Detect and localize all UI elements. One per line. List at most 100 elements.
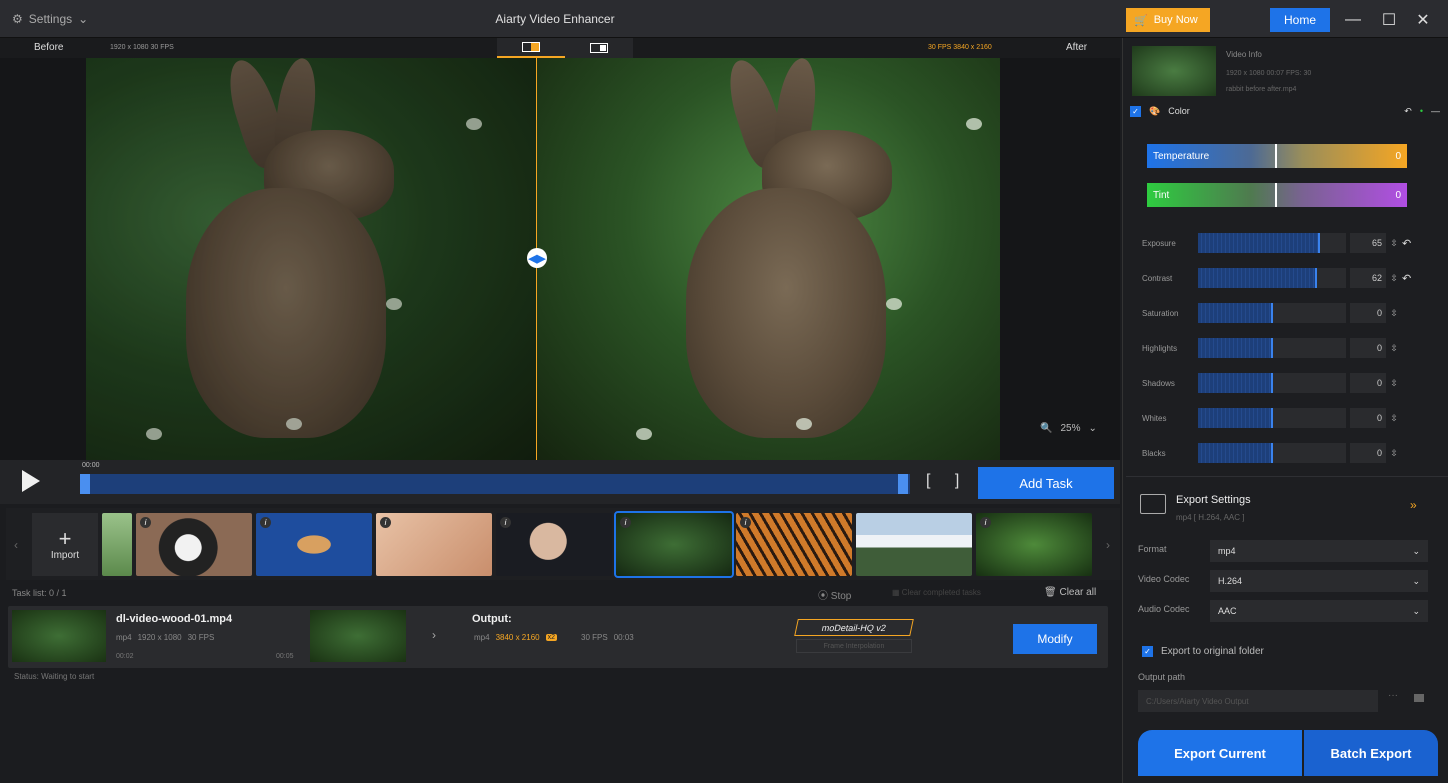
info-icon[interactable]: i	[260, 517, 271, 528]
clear-all-button[interactable]: 🗑 Clear all	[1044, 587, 1096, 598]
split-view-button[interactable]	[497, 38, 565, 58]
maximize-icon[interactable]: ☐	[1376, 8, 1402, 32]
chevron-down-icon: ⌄	[1412, 605, 1420, 616]
collapse-icon[interactable]: —	[1431, 106, 1440, 116]
media-thumb[interactable]: i	[136, 513, 252, 576]
timeline-track[interactable]	[80, 474, 910, 494]
slider-value[interactable]: 0	[1350, 338, 1386, 358]
reset-icon[interactable]: ↶	[1402, 272, 1416, 285]
slider-row-saturation[interactable]: Saturation 0 ⇳	[1142, 302, 1432, 324]
spinner-icon[interactable]: ⇳	[1386, 413, 1402, 424]
slider-row-shadows[interactable]: Shadows 0 ⇳	[1142, 372, 1432, 394]
format-select[interactable]: mp4 ⌄	[1210, 540, 1428, 562]
temperature-knob[interactable]	[1275, 144, 1277, 168]
stop-button[interactable]: ⦿ Stop	[818, 587, 851, 602]
add-task-button[interactable]: Add Task	[978, 467, 1114, 499]
audio-codec-select[interactable]: AAC ⌄	[1210, 600, 1428, 622]
reset-icon[interactable]: ↶	[1402, 237, 1416, 250]
compare-handle-icon[interactable]: ◀▶	[527, 248, 547, 268]
spinner-icon[interactable]: ⇳	[1386, 378, 1402, 389]
slider-track[interactable]	[1198, 443, 1346, 463]
tint-knob[interactable]	[1275, 183, 1277, 207]
video-info-meta: 1920 x 1080 00:07 FPS: 30	[1226, 70, 1312, 77]
slider-knob[interactable]	[1271, 373, 1273, 393]
home-button[interactable]: Home	[1270, 8, 1330, 32]
clear-completed-label: Clear completed tasks	[901, 588, 981, 597]
undo-icon[interactable]: ↶	[1404, 106, 1412, 117]
modify-button[interactable]: Modify	[1013, 624, 1097, 654]
timeline-start-marker[interactable]	[80, 474, 90, 494]
slider-row-blacks[interactable]: Blacks 0 ⇳	[1142, 442, 1432, 464]
info-icon[interactable]: i	[740, 517, 751, 528]
slider-knob[interactable]	[1271, 303, 1273, 323]
slider-row-whites[interactable]: Whites 0 ⇳	[1142, 407, 1432, 429]
chevron-left-icon[interactable]: ‹	[14, 538, 18, 552]
close-icon[interactable]: ✕	[1410, 8, 1436, 32]
slider-row-highlights[interactable]: Highlights 0 ⇳	[1142, 337, 1432, 359]
play-icon[interactable]	[22, 470, 40, 492]
media-thumb-selected[interactable]: i	[614, 511, 734, 578]
chevron-right-icon[interactable]: ›	[1106, 538, 1110, 552]
clear-completed-button[interactable]: ▦ Clear completed tasks	[892, 588, 981, 597]
slider-knob[interactable]	[1318, 233, 1321, 253]
buy-now-button[interactable]: 🛒 Buy Now	[1126, 8, 1210, 32]
folder-icon[interactable]	[1414, 694, 1424, 702]
slider-track[interactable]	[1198, 268, 1346, 288]
spinner-icon[interactable]: ⇳	[1386, 448, 1402, 459]
slider-value[interactable]: 62	[1350, 268, 1386, 288]
slider-knob[interactable]	[1315, 268, 1318, 288]
ai-model-badge[interactable]: moDetail-HQ v2	[794, 619, 914, 636]
media-thumb[interactable]: i	[736, 513, 852, 576]
spinner-icon[interactable]: ⇳	[1386, 343, 1402, 354]
temperature-slider[interactable]: Temperature 0	[1147, 144, 1407, 168]
frame-interpolation-badge[interactable]: Frame Interpolation	[796, 639, 912, 653]
slider-track[interactable]	[1198, 233, 1346, 253]
slider-track[interactable]	[1198, 408, 1346, 428]
spinner-icon[interactable]: ⇳	[1386, 308, 1402, 319]
video-codec-select[interactable]: H.264 ⌄	[1210, 570, 1428, 592]
browse-button[interactable]: ···	[1388, 690, 1398, 701]
info-icon[interactable]: i	[500, 517, 511, 528]
media-thumb[interactable]: i	[256, 513, 372, 576]
info-icon[interactable]: i	[380, 517, 391, 528]
slider-value[interactable]: 0	[1350, 443, 1386, 463]
media-thumb[interactable]: i	[376, 513, 492, 576]
media-thumb[interactable]: i	[976, 513, 1092, 576]
slider-track[interactable]	[1198, 303, 1346, 323]
slider-value[interactable]: 0	[1350, 373, 1386, 393]
timeline-end-marker[interactable]	[898, 474, 908, 494]
info-icon[interactable]: i	[980, 517, 991, 528]
slider-knob[interactable]	[1271, 443, 1273, 463]
task-end: 00:05	[276, 653, 294, 660]
slider-knob[interactable]	[1271, 408, 1273, 428]
media-thumb[interactable]	[856, 513, 972, 576]
zoom-control[interactable]: 🔍 25% ⌄	[1040, 418, 1097, 438]
minimize-icon[interactable]: —	[1340, 8, 1366, 32]
batch-export-button[interactable]: Batch Export	[1304, 730, 1438, 776]
slider-track[interactable]	[1198, 373, 1346, 393]
tint-slider[interactable]: Tint 0	[1147, 183, 1407, 207]
export-original-folder-option[interactable]: ✓ Export to original folder	[1142, 646, 1264, 657]
export-current-button[interactable]: Export Current	[1138, 730, 1302, 776]
import-button[interactable]: + Import	[32, 513, 98, 576]
slider-value[interactable]: 65	[1350, 233, 1386, 253]
slider-row-contrast[interactable]: Contrast 62 ⇳ ↶	[1142, 267, 1432, 289]
info-icon[interactable]: i	[620, 517, 631, 528]
side-by-side-button[interactable]	[565, 38, 633, 58]
color-section-header[interactable]: ✓ 🎨 Color ↶ • —	[1130, 102, 1440, 120]
export-original-checkbox[interactable]: ✓	[1142, 646, 1153, 657]
slider-value[interactable]: 0	[1350, 303, 1386, 323]
spinner-icon[interactable]: ⇳	[1386, 273, 1402, 284]
media-thumb[interactable]: i	[496, 513, 612, 576]
slider-value[interactable]: 0	[1350, 408, 1386, 428]
slider-track[interactable]	[1198, 338, 1346, 358]
slider-knob[interactable]	[1271, 338, 1273, 358]
output-path-input[interactable]: C:/Users/Aiarty Video Output	[1138, 690, 1378, 712]
info-icon[interactable]: i	[140, 517, 151, 528]
color-checkbox[interactable]: ✓	[1130, 105, 1141, 117]
slider-row-exposure[interactable]: Exposure 65 ⇳ ↶	[1142, 232, 1432, 254]
media-thumb[interactable]	[102, 513, 132, 576]
spinner-icon[interactable]: ⇳	[1386, 238, 1402, 249]
trim-brackets[interactable]: [ ]	[926, 472, 969, 490]
expand-chevron-icon[interactable]: »	[1410, 498, 1417, 512]
